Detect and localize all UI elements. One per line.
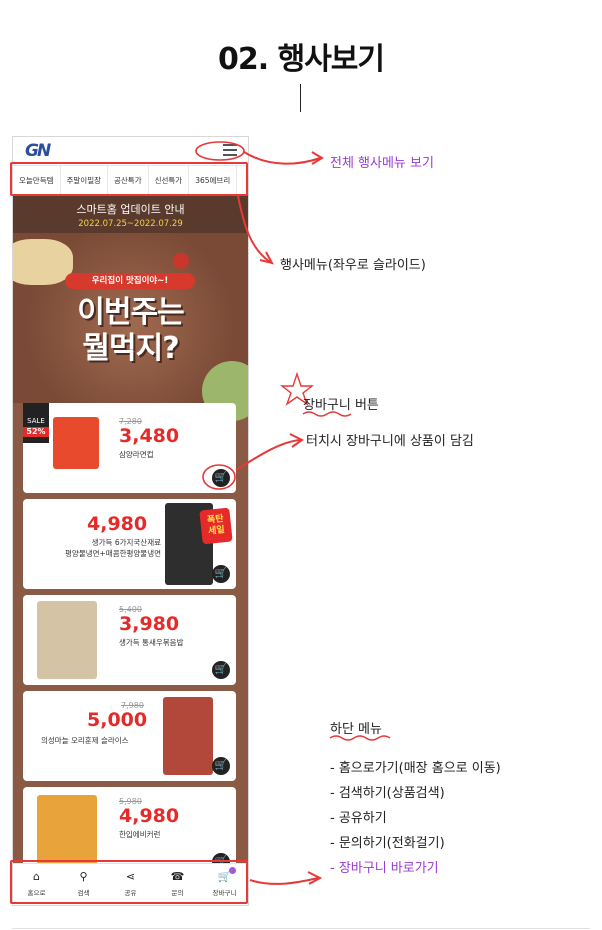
- product-card[interactable]: 7,980 5,000 의성마늘 오리훈제 슬라이스 🛒: [23, 691, 236, 781]
- sale-price: 5,000: [87, 709, 148, 731]
- hero-pill: 우리집이 맛집이야~!: [65, 273, 195, 289]
- annotation-bottom-list: - 홈으로가기(매장 홈으로 이동) - 검색하기(상품검색) - 공유하기 -…: [330, 756, 501, 881]
- arrow-head: [307, 871, 323, 885]
- tabs-highlight: [10, 162, 248, 196]
- hero-title-line: 뭘먹지?: [82, 331, 179, 366]
- annotation-full-menu: 전체 행사메뉴 보기: [330, 156, 434, 171]
- arrow-bottom-nav: [249, 877, 319, 885]
- sale-label: SALE: [27, 417, 45, 425]
- arrow-head: [259, 251, 274, 265]
- product-image: [37, 601, 97, 679]
- phone-mockup: GN 오늘만득템 주말이밀장 공산특가 신선특가 365에브리 스마트홈 업데이…: [12, 136, 249, 906]
- sale-badge: SALE 52%: [23, 403, 49, 443]
- app-logo[interactable]: GN: [25, 141, 51, 161]
- annotation-cart-desc: 터치시 장바구니에 상품이 담김: [306, 434, 474, 449]
- hero-banner: 우리집이 맛집이야~! 이번주는 뭘먹지?: [13, 233, 248, 421]
- hero-title: 이번주는 뭘먹지?: [13, 295, 248, 367]
- product-name: 의성마늘 오리훈제 슬라이스: [41, 736, 129, 745]
- sale-price: 3,980: [119, 613, 180, 635]
- annotation-list-item: - 문의하기(전화걸기): [330, 836, 445, 851]
- sale-price: 4,980: [87, 513, 148, 535]
- annotation-event-menu: 행사메뉴(좌우로 슬라이드): [280, 258, 426, 273]
- cart-icon[interactable]: 🛒: [212, 565, 230, 583]
- product-card[interactable]: 5,400 3,980 생가득 통새우볶음밥 🛒: [23, 595, 236, 685]
- tomato-image: [173, 253, 189, 269]
- product-name: 한입에비커런: [119, 830, 161, 839]
- product-name-line: 생가득 6가지국산재료: [91, 538, 161, 547]
- cart-icon[interactable]: 🛒: [212, 757, 230, 775]
- sale-percent: 52%: [23, 427, 49, 437]
- title-divider: [300, 84, 301, 112]
- product-name: 생가득 통새우볶음밥: [119, 638, 184, 647]
- banner-heading: 스마트홈 업데이트 안내: [76, 203, 185, 216]
- cart-icon[interactable]: 🛒: [212, 469, 230, 487]
- arrow-head: [311, 151, 324, 165]
- app-header: GN: [13, 137, 248, 165]
- page-title: 02. 행사보기: [218, 42, 385, 77]
- food-image: [13, 239, 73, 285]
- banner-date: 2022.07.25~2022.07.29: [78, 219, 183, 229]
- product-card[interactable]: SALE 52% 7,280 3,480 삼양라면컵 🛒: [23, 403, 236, 493]
- annotation-cart-title: 장바구니 버튼: [303, 398, 379, 413]
- cart-icon[interactable]: 🛒: [212, 661, 230, 679]
- arrow-head: [289, 433, 304, 448]
- product-image: [53, 417, 99, 469]
- update-banner[interactable]: 스마트홈 업데이트 안내 2022.07.25~2022.07.29: [13, 195, 248, 233]
- bottom-nav-highlight: [10, 860, 248, 904]
- hero-title-line: 이번주는: [77, 295, 184, 330]
- annotation-list-item: - 공유하기: [330, 811, 387, 826]
- bottom-divider: [12, 928, 590, 929]
- bomb-sale-badge: 폭탄 세일: [199, 507, 233, 545]
- annotation-bottom-title: 하단 메뉴: [330, 722, 382, 737]
- sale-price: 4,980: [119, 805, 180, 827]
- sale-price: 3,480: [119, 425, 180, 447]
- arrow-full-menu: [243, 151, 321, 165]
- product-card[interactable]: 4,980 생가득 6가지국산재료 평양물냉면+매콤한평양물냉면 폭탄 세일 🛒: [23, 499, 236, 589]
- product-image: [163, 697, 213, 775]
- annotation-list-item: - 장바구니 바로가기: [330, 861, 439, 876]
- product-name: 생가득 6가지국산재료 평양물냉면+매콤한평양물냉면: [39, 537, 161, 559]
- annotation-list-item: - 검색하기(상품검색): [330, 786, 445, 801]
- hamburger-menu-icon[interactable]: [223, 144, 237, 156]
- annotation-list-item: - 홈으로가기(매장 홈으로 이동): [330, 761, 501, 776]
- product-name: 삼양라면컵: [119, 450, 154, 459]
- product-name-line: 평양물냉면+매콤한평양물냉면: [65, 549, 161, 558]
